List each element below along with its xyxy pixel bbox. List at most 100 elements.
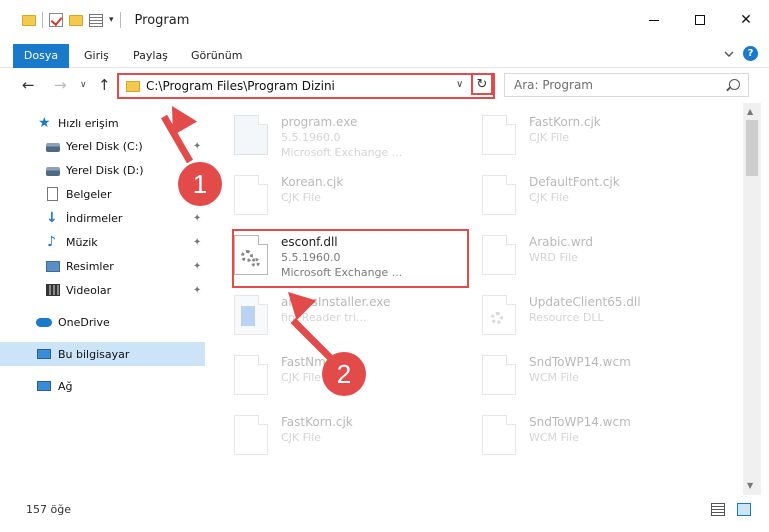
file-icon <box>234 355 268 395</box>
file-item[interactable]: ammsInstaller.exe fineReader tri... <box>205 287 445 343</box>
sidebar-item-label: Yerel Disk (C:) <box>66 139 143 153</box>
sidebar-item-label: OneDrive <box>58 315 110 329</box>
maximize-button[interactable] <box>677 0 723 40</box>
executable-icon <box>234 115 268 155</box>
sidebar-item-onedrive[interactable]: OneDrive <box>0 310 205 334</box>
sidebar-item-pictures[interactable]: Resimler ✦ <box>0 254 205 278</box>
vertical-scrollbar[interactable]: ▲ ▼ <box>743 103 761 495</box>
sidebar-item-label: Videolar <box>66 283 112 297</box>
tab-dosya[interactable]: Dosya <box>13 44 69 68</box>
drive-icon <box>46 142 60 152</box>
properties-check-icon[interactable] <box>49 13 63 27</box>
address-dropdown-icon[interactable]: ∨ <box>456 79 463 90</box>
ribbon: Dosya Giriş Paylaş Görünüm ? <box>0 40 769 68</box>
new-folder-icon[interactable] <box>69 14 83 26</box>
customize-toolbar-icon[interactable]: ▾ <box>109 15 114 25</box>
file-item[interactable]: FastKorn.cjk CJK File <box>205 407 445 463</box>
file-icon <box>482 355 516 395</box>
scroll-thumb[interactable] <box>746 120 758 176</box>
sidebar-item-network[interactable]: Ağ <box>0 374 205 398</box>
up-button[interactable]: ↑ <box>98 76 111 94</box>
installer-icon <box>234 295 268 335</box>
sidebar-item-label: Resimler <box>66 259 114 273</box>
sidebar-item-label: İndirmeler <box>66 211 123 225</box>
close-button[interactable]: ✕ <box>723 0 769 40</box>
sidebar-item-local-disk-d[interactable]: Yerel Disk (D:) <box>0 158 205 182</box>
pin-icon[interactable]: ✦ <box>193 213 201 224</box>
pin-icon[interactable]: ✦ <box>193 141 201 152</box>
help-icon[interactable]: ? <box>743 46 758 61</box>
file-type: WRD File <box>529 251 578 264</box>
back-button[interactable]: ← <box>22 76 35 94</box>
file-type: CJK File <box>529 131 570 144</box>
sidebar-item-videos[interactable]: Videolar ✦ <box>0 278 205 302</box>
sidebar-item-documents[interactable]: Belgeler <box>0 182 205 206</box>
folder-icon[interactable] <box>22 14 36 26</box>
tab-paylas[interactable]: Paylaş <box>133 44 168 68</box>
file-name: UpdateClient65.dll <box>529 295 641 309</box>
tiles-view-icon[interactable] <box>737 503 751 516</box>
scroll-up-icon[interactable]: ▲ <box>747 107 753 116</box>
sidebar-item-music[interactable]: ♪ Müzik ✦ <box>0 230 205 254</box>
search-icon[interactable] <box>729 79 740 90</box>
recent-locations-button[interactable]: ∨ <box>80 80 87 90</box>
file-item[interactable]: SndToWP14.wcm WCM File <box>453 407 693 463</box>
file-icon <box>234 415 268 455</box>
search-input[interactable]: Ara: Program <box>504 73 749 97</box>
music-icon: ♪ <box>47 234 56 250</box>
tab-gorunum[interactable]: Görünüm <box>191 44 242 68</box>
file-type: CJK File <box>281 431 322 444</box>
file-name: Korean.cjk <box>281 175 344 189</box>
maximize-icon <box>695 15 705 25</box>
details-view-icon[interactable] <box>711 503 725 516</box>
file-name: Arabic.wrd <box>529 235 594 249</box>
file-icon <box>234 175 268 215</box>
properties-icon[interactable] <box>89 13 103 27</box>
sidebar-item-downloads[interactable]: ↓ İndirmeler ✦ <box>0 206 205 230</box>
computer-icon <box>37 349 51 359</box>
sidebar-item-label: Müzik <box>66 235 98 249</box>
annotation-badge-1: 1 <box>178 162 222 206</box>
cloud-icon <box>36 317 52 327</box>
address-path[interactable]: C:\Program Files\Program Dizini <box>146 79 335 93</box>
minimize-icon <box>649 19 659 21</box>
pin-icon[interactable]: ✦ <box>193 237 201 248</box>
minimize-button[interactable] <box>631 0 677 40</box>
file-type: CJK File <box>281 191 322 204</box>
expand-ribbon-icon[interactable] <box>723 48 735 60</box>
file-item[interactable]: DefaultFont.cjk CJK File <box>453 167 693 223</box>
file-item[interactable]: UpdateClient65.dll Resource DLL <box>453 287 693 343</box>
dll-gear-icon <box>482 295 516 335</box>
gear-icon <box>491 312 503 324</box>
file-item[interactable]: Arabic.wrd WRD File <box>453 227 693 283</box>
drive-icon <box>46 166 60 176</box>
file-type: WCM File <box>529 431 579 444</box>
file-type: CJK File <box>529 191 570 204</box>
address-bar[interactable]: C:\Program Files\Program Dizini ∨ ↻ <box>117 73 495 99</box>
video-icon <box>46 284 60 296</box>
file-type: CJK File <box>281 371 322 384</box>
scroll-down-icon[interactable]: ▼ <box>747 481 753 490</box>
file-icon <box>482 175 516 215</box>
file-highlight-box <box>232 229 469 288</box>
file-name: FastKorn.cjk <box>281 415 353 429</box>
file-item[interactable]: SndToWP14.wcm WCM File <box>453 347 693 403</box>
file-icon <box>482 115 516 155</box>
forward-button[interactable]: → <box>54 76 67 94</box>
file-name: SndToWP14.wcm <box>529 415 631 429</box>
file-item[interactable]: FastKorn.cjk CJK File <box>453 107 693 163</box>
file-name: FastKorn.cjk <box>529 115 601 129</box>
pin-icon[interactable]: ✦ <box>193 261 201 272</box>
tab-giris[interactable]: Giriş <box>84 44 109 68</box>
file-item[interactable]: Korean.cjk CJK File <box>205 167 445 223</box>
toolbar-separator <box>119 12 121 28</box>
file-item[interactable]: program.exe 5.5.1960.0 Microsoft Exchang… <box>205 107 445 163</box>
close-icon: ✕ <box>740 12 752 28</box>
quick-access-toolbar: ▾ <box>0 12 121 28</box>
sidebar-item-this-pc[interactable]: Bu bilgisayar <box>0 342 205 366</box>
refresh-button[interactable]: ↻ <box>471 73 493 95</box>
file-type: WCM File <box>529 371 579 384</box>
document-icon <box>47 187 58 201</box>
item-count: 157 öğe <box>26 503 71 516</box>
pin-icon[interactable]: ✦ <box>193 285 201 296</box>
